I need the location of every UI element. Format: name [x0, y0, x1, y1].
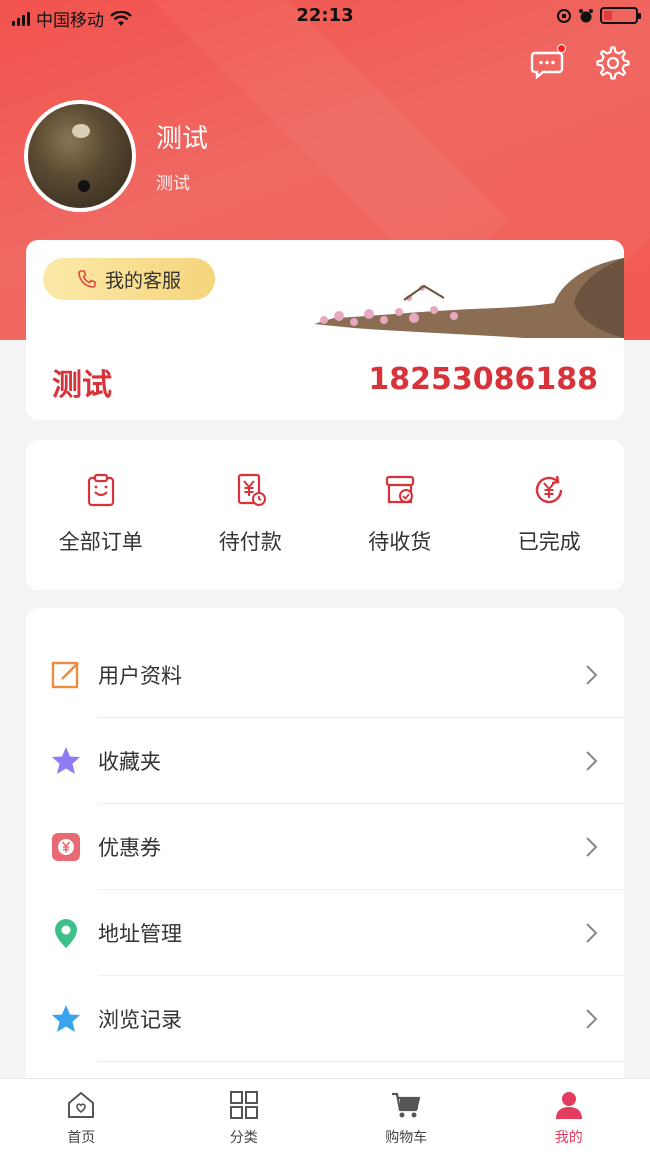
- chevron-right-icon: [586, 665, 598, 685]
- chevron-right-icon: [586, 837, 598, 857]
- profile-name: 测试: [156, 124, 209, 154]
- order-completed-label: 已完成: [517, 530, 581, 554]
- plum-blossom-decoration: [314, 258, 624, 338]
- grid-icon: [229, 1091, 258, 1119]
- menu-card: 用户资料 收藏夹 优惠券 地址管理 浏览记录: [26, 608, 624, 1078]
- star-icon: [52, 747, 80, 774]
- menu-address[interactable]: 地址管理: [26, 890, 624, 976]
- chevron-right-icon: [586, 923, 598, 943]
- tab-bar: 首页 分类 购物车 我的: [0, 1078, 650, 1155]
- order-all[interactable]: 全部订单: [26, 440, 176, 590]
- menu-user-profile[interactable]: 用户资料: [26, 632, 624, 718]
- status-bar: 中国移动 22:13: [0, 0, 650, 34]
- box-check-icon: [385, 475, 414, 504]
- chevron-right-icon: [586, 1009, 598, 1029]
- star-icon: [52, 1005, 80, 1032]
- chevron-right-icon: [586, 751, 598, 771]
- menu-label: 用户资料: [98, 664, 182, 688]
- tab-category[interactable]: 分类: [163, 1079, 326, 1155]
- coupon-icon: [52, 833, 80, 861]
- notification-dot: [557, 44, 566, 53]
- tab-label: 首页: [67, 1130, 96, 1146]
- edit-icon: [51, 661, 79, 689]
- gear-icon: [596, 46, 630, 80]
- order-pending-delivery-label: 待收货: [368, 530, 432, 554]
- home-icon: [68, 1092, 95, 1118]
- tab-mine[interactable]: 我的: [488, 1079, 650, 1155]
- menu-label: 优惠券: [98, 836, 161, 860]
- order-all-label: 全部订单: [58, 530, 143, 554]
- clock: 22:13: [296, 5, 354, 26]
- customer-service-button[interactable]: 我的客服: [43, 258, 215, 300]
- order-pending-payment[interactable]: 待付款: [176, 440, 326, 590]
- location-pin-icon: [55, 919, 77, 948]
- customer-service-label: 我的客服: [104, 269, 181, 292]
- order-pending-delivery[interactable]: 待收货: [325, 440, 475, 590]
- profile-section[interactable]: 测试 测试: [24, 100, 208, 212]
- user-icon: [555, 1092, 582, 1119]
- menu-favorites[interactable]: 收藏夹: [26, 718, 624, 804]
- menu-history[interactable]: 浏览记录: [26, 976, 624, 1062]
- yen-bill-icon: [238, 473, 267, 506]
- alarm-icon: [579, 8, 593, 22]
- orders-card: 全部订单 待付款 待收货 已完成: [26, 440, 624, 590]
- profile-subtitle: 测试: [156, 174, 190, 194]
- order-completed[interactable]: 已完成: [475, 440, 625, 590]
- yen-refresh-icon: [536, 475, 563, 504]
- tab-home[interactable]: 首页: [0, 1079, 163, 1155]
- menu-label: 浏览记录: [98, 1008, 182, 1032]
- tab-label: 购物车: [385, 1130, 428, 1146]
- order-pending-payment-label: 待付款: [218, 530, 282, 554]
- tab-label: 我的: [554, 1130, 583, 1146]
- tab-cart[interactable]: 购物车: [325, 1079, 488, 1155]
- user-info-card: 我的客服 测试 18253086188: [26, 240, 624, 420]
- menu-label: 收藏夹: [98, 750, 161, 774]
- message-button[interactable]: [528, 44, 566, 82]
- battery-icon: [600, 7, 641, 24]
- rotation-lock-icon: [557, 8, 571, 23]
- cart-icon: [392, 1092, 421, 1118]
- avatar[interactable]: [24, 100, 136, 212]
- menu-label: 地址管理: [98, 922, 182, 946]
- info-name: 测试: [52, 368, 112, 403]
- phone-icon: [78, 270, 96, 288]
- info-phone: 18253086188: [368, 362, 598, 397]
- clipboard-icon: [87, 473, 114, 507]
- menu-coupons[interactable]: 优惠券: [26, 804, 624, 890]
- settings-button[interactable]: [594, 44, 632, 82]
- tab-label: 分类: [229, 1130, 258, 1146]
